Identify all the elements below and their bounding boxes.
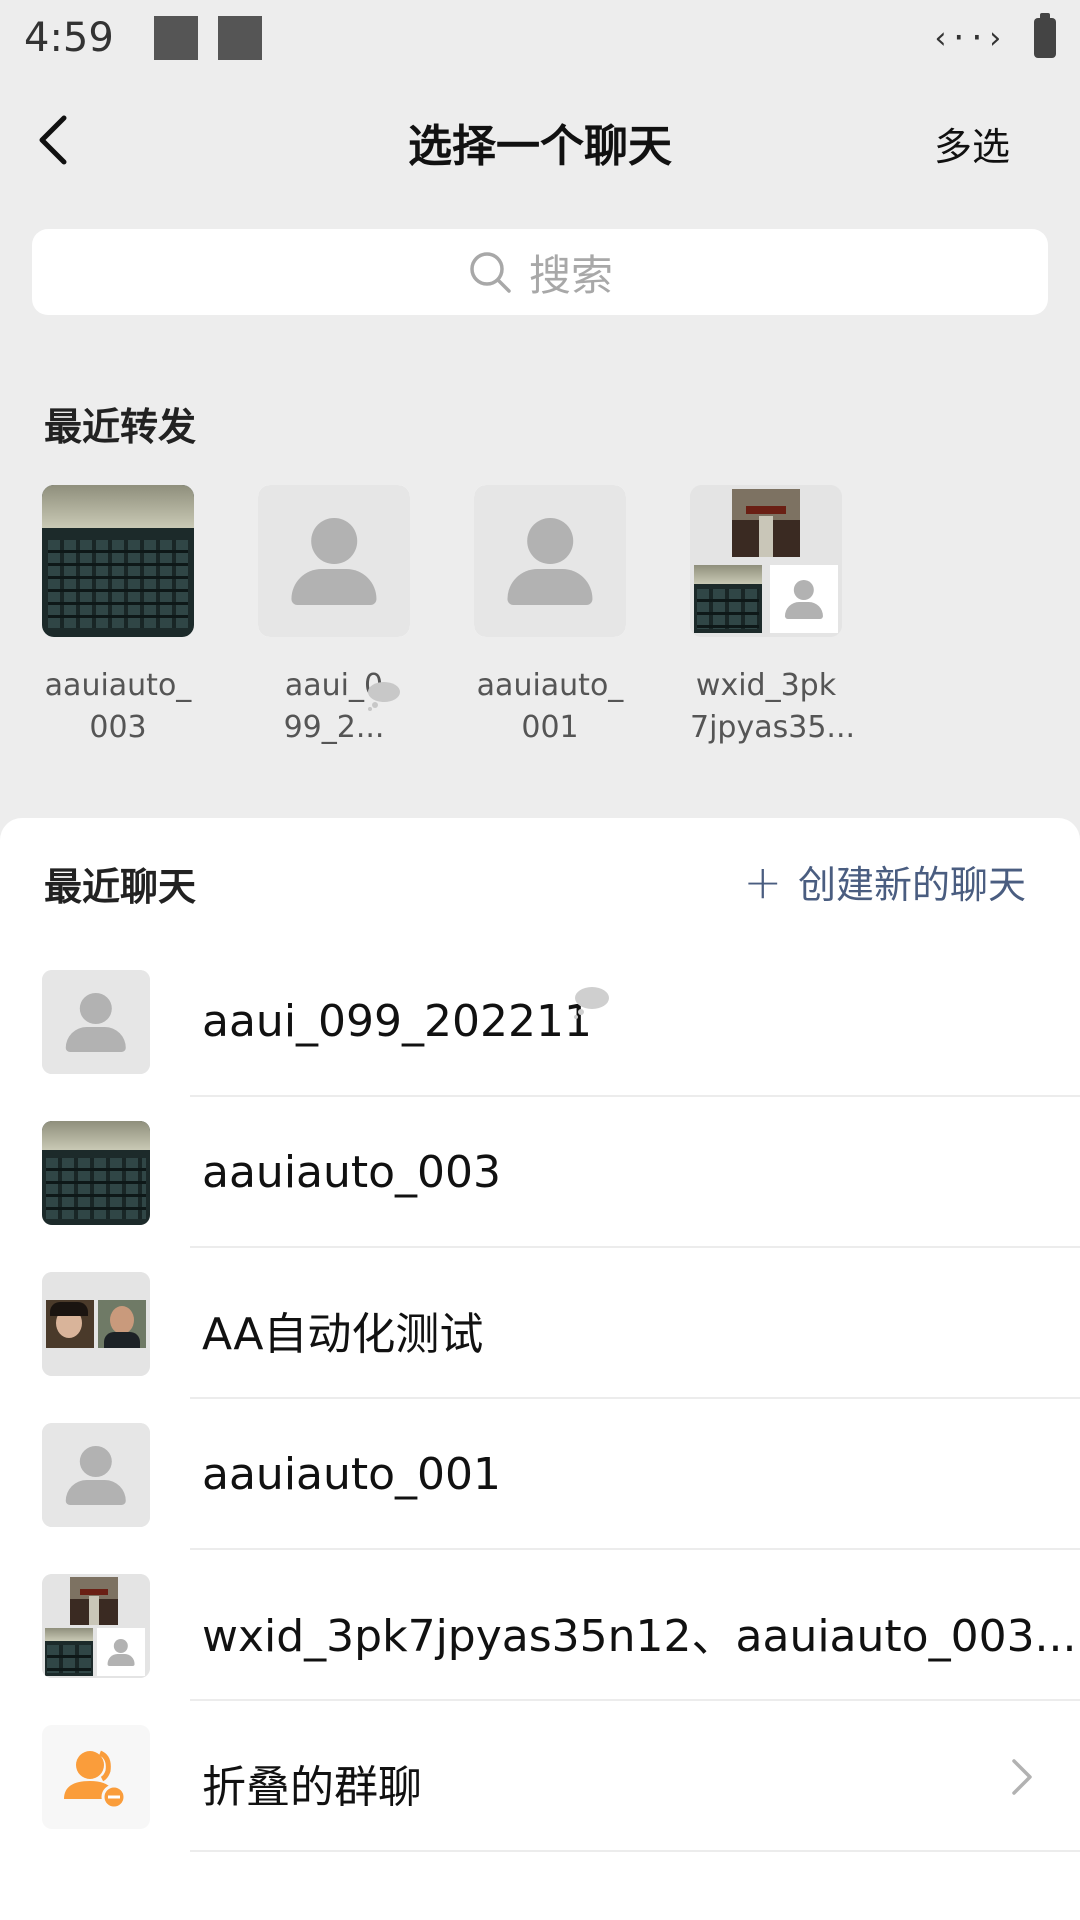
notification-icon [218,16,262,60]
notification-icon [154,16,198,60]
recent-forward-item[interactable]: aauiauto_ 003 [42,485,194,749]
group-avatar [690,485,842,637]
search-placeholder: 搜索 [528,250,613,300]
group-avatar [42,1272,150,1376]
avatar [42,1574,150,1678]
avatar [42,485,194,637]
multi-select-button[interactable]: 多选 [934,116,1010,171]
chat-name: aaui_099_202211 [202,996,592,1047]
chat-row[interactable]: aauiauto_003 [0,1097,1080,1248]
chat-row[interactable]: AA自动化测试 [0,1248,1080,1399]
recent-forward-item[interactable]: aaui_0 99_2... [258,485,410,749]
keyboard-photo-image [42,485,194,637]
keyboard-photo-image [42,1121,150,1225]
recent-forward-item[interactable]: wxid_3pk 7jpyas35... [690,485,856,749]
person-icon [258,485,410,637]
recent-forward-list: aauiauto_ 003 aaui_0 99_2... aauiauto_ 0… [0,485,1080,745]
chat-name: 折叠的群聊 [202,1762,422,1813]
chevron-right-icon [1012,1759,1032,1795]
title-bar: 选择一个聊天 多选 [0,96,1080,182]
avatar [42,1121,150,1225]
name-line: 7jpyas35... [690,710,856,745]
name-line: 001 [521,710,579,745]
search-icon [470,252,511,293]
recent-forward-name: wxid_3pk 7jpyas35... [690,665,856,749]
plus-icon: + [743,854,782,909]
mute-icon [368,682,400,711]
name-line: wxid_3pk [695,668,837,703]
folded-group-icon [64,1750,127,1810]
name-line: aauiauto_ [476,668,624,703]
group-avatar [42,1574,150,1678]
avatar [258,485,410,637]
recent-forward-item[interactable]: aauiauto_ 001 [474,485,626,749]
avatar [42,1423,150,1527]
chat-name: aauiauto_001 [202,1449,502,1500]
avatar [690,485,842,637]
chat-row[interactable]: aaui_099_202211 [0,946,1080,1097]
network-icon: ‹··› [931,20,1004,56]
chat-name: aauiauto_003 [202,1147,502,1198]
recent-chats-title: 最近聊天 [44,865,197,909]
search-input[interactable]: 搜索 [32,229,1048,315]
chat-name: wxid_3pk7jpyas35n12、aauiauto_003... [202,1611,1077,1662]
avatar [42,1272,150,1376]
chat-name: AA自动化测试 [202,1309,484,1360]
recent-chats-panel: 最近聊天 + 创建新的聊天 aaui_099_202211 aauiauto_0… [0,818,1080,1920]
avatar [42,970,150,1074]
avatar [42,1725,150,1829]
chat-list: aaui_099_202211 aauiauto_003 AA自动化测试 aau… [0,946,1080,1852]
folded-groups-row[interactable]: 折叠的群聊 [0,1701,1080,1852]
battery-icon [1034,13,1056,58]
name-line: aauiauto_ [44,668,192,703]
person-icon [42,970,150,1074]
recent-forward-title: 最近转发 [44,405,197,449]
divider [190,1850,1080,1852]
recent-forward-name: aauiauto_ 001 [474,665,626,749]
name-line: 99_2... [283,710,385,745]
status-time: 4:59 [24,15,114,61]
page-title: 选择一个聊天 [408,121,672,172]
recent-forward-name: aauiauto_ 003 [42,665,194,749]
create-new-chat-label: 创建新的聊天 [797,863,1026,907]
mute-icon [574,987,609,1019]
person-icon [474,485,626,637]
create-new-chat-button[interactable]: + 创建新的聊天 [743,854,1026,909]
status-bar: 4:59 ‹··› [0,0,1080,76]
name-line: 003 [89,710,147,745]
person-icon [42,1423,150,1527]
avatar [474,485,626,637]
chat-row[interactable]: wxid_3pk7jpyas35n12、aauiauto_003... [0,1550,1080,1701]
chat-row[interactable]: aauiauto_001 [0,1399,1080,1550]
